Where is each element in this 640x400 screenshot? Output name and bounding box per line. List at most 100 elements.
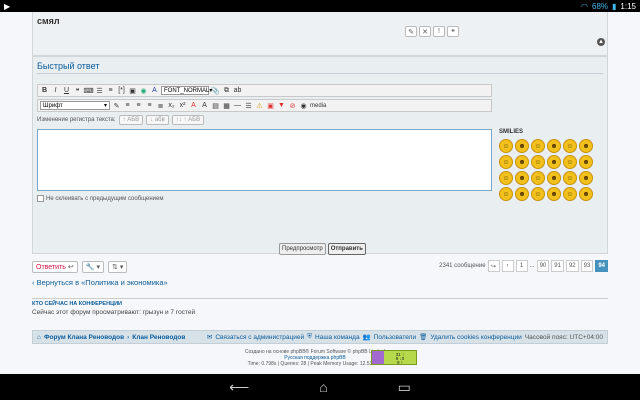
smiley-icon[interactable]: ☻	[579, 171, 593, 185]
counter-line3: 9 ↑	[396, 360, 403, 365]
sort-button[interactable]: ⇅ ▾	[108, 261, 128, 273]
smiley-icon[interactable]: ☺	[499, 139, 513, 153]
smiley-icon[interactable]: ☺	[531, 155, 545, 169]
strike-icon[interactable]: ab	[233, 86, 242, 95]
table-icon[interactable]: ▦	[222, 101, 231, 110]
list-item-icon[interactable]: [*]	[117, 86, 126, 95]
attachment-icon[interactable]: 📎	[211, 86, 220, 95]
font-color-icon[interactable]: A	[150, 86, 159, 95]
toggle-case-button[interactable]: ↑↓ ↑ АБВ	[171, 115, 205, 125]
stop-icon[interactable]: ⊘	[288, 101, 297, 110]
superscript-icon[interactable]: x²	[178, 101, 187, 110]
subscript-icon[interactable]: x₂	[167, 101, 176, 110]
report-icon[interactable]: !	[433, 26, 445, 37]
lower-case-button[interactable]: ↓ абв	[146, 115, 169, 125]
page-link[interactable]: 90	[536, 260, 550, 272]
preview-button[interactable]: Предпросмотр	[279, 243, 326, 255]
media-label[interactable]: media	[310, 103, 326, 109]
list-icon[interactable]: ☰	[95, 86, 104, 95]
underline-icon[interactable]: U	[62, 86, 71, 95]
justify-icon[interactable]: ≣	[156, 101, 165, 110]
contact-link[interactable]: Связаться с администрацией	[215, 334, 304, 341]
mail-icon: ✉	[206, 334, 213, 341]
smiley-icon[interactable]: ☻	[579, 187, 593, 201]
align-right-icon[interactable]: ≡	[145, 101, 154, 110]
back-nav-icon[interactable]: ⟵	[229, 379, 249, 396]
jump-to-page-icon[interactable]: ↪	[487, 260, 500, 272]
message-textarea[interactable]	[37, 129, 492, 191]
upper-case-button[interactable]: ↑ АБВ	[118, 115, 144, 125]
smiley-icon[interactable]: ☻	[547, 139, 561, 153]
prev-page-icon[interactable]: ‹	[501, 260, 514, 272]
smiley-icon[interactable]: ☻	[515, 139, 529, 153]
who-online-text: Сейчас этот форум просматривают: грызун …	[32, 309, 196, 316]
italic-icon[interactable]: I	[51, 86, 60, 95]
forum-page: смял ✎ ✕ ! ❝ ▲ Быстрый ответ B I U ❝ ⌨ ☰…	[0, 12, 640, 374]
smiley-icon[interactable]: ☻	[547, 187, 561, 201]
team-link[interactable]: Наша команда	[315, 334, 360, 341]
smiley-icon[interactable]: ☻	[547, 155, 561, 169]
who-online-heading[interactable]: КТО СЕЙЧАС НА КОНФЕРЕНЦИИ	[32, 301, 608, 307]
warning-icon[interactable]: ⚠	[255, 101, 264, 110]
smiley-icon[interactable]: ☻	[579, 155, 593, 169]
delete-cookies-link[interactable]: Удалить cookies конференции	[430, 334, 521, 341]
tools-button[interactable]: 🔧 ▾	[81, 261, 105, 273]
smiley-icon[interactable]: ☻	[515, 187, 529, 201]
smiley-icon[interactable]: ☻	[579, 139, 593, 153]
youtube-icon[interactable]: ▼	[277, 101, 286, 110]
no-merge-checkbox-row[interactable]: Не склеивать с предыдущим сообщением	[37, 195, 163, 202]
ordered-list-icon[interactable]: ≡	[106, 86, 115, 95]
font-select[interactable]: Шрифт ▾	[40, 101, 110, 110]
smiley-icon[interactable]: ☺	[563, 139, 577, 153]
page-link[interactable]: 1	[515, 260, 528, 272]
gradient-icon[interactable]: ▤	[211, 101, 220, 110]
quote-tool-icon[interactable]: ❝	[73, 86, 82, 95]
bold-icon[interactable]: B	[40, 86, 49, 95]
reply-button[interactable]: Ответить ↩	[32, 261, 78, 273]
smiley-icon[interactable]: ☺	[499, 187, 513, 201]
link-icon[interactable]: ◉	[139, 86, 148, 95]
align-center-icon[interactable]: ≡	[134, 101, 143, 110]
users-icon: 👥	[362, 334, 371, 341]
submit-button[interactable]: Отправить	[327, 243, 366, 255]
page-link[interactable]: 93	[580, 260, 594, 272]
users-link[interactable]: Пользователи	[374, 334, 416, 341]
smiley-icon[interactable]: ☺	[531, 139, 545, 153]
visitor-counter[interactable]: 31 ↑ 9 ↓0 9 ↑	[371, 350, 417, 365]
smiley-icon[interactable]: ☺	[563, 171, 577, 185]
smiley-icon[interactable]: ☻	[515, 171, 529, 185]
current-page: 94	[595, 260, 608, 272]
shadow-icon[interactable]: A	[200, 101, 209, 110]
smiley-icon[interactable]: ☺	[563, 187, 577, 201]
hide-icon[interactable]: ▣	[266, 101, 275, 110]
code-icon[interactable]: ⌨	[83, 86, 93, 95]
crumb-clan[interactable]: Клан Реноводов	[132, 334, 185, 341]
smiley-icon[interactable]: ☻	[515, 155, 529, 169]
home-nav-icon[interactable]: ⌂	[319, 379, 327, 395]
edit-icon[interactable]: ✎	[405, 26, 417, 37]
delete-icon[interactable]: ✕	[419, 26, 431, 37]
crumb-forum[interactable]: Форум Клана Реноводов	[44, 334, 124, 341]
back-to-top-icon[interactable]: ▲	[597, 38, 605, 46]
font-size-select[interactable]: FONT_NORMAL ▾	[161, 86, 212, 95]
copy-icon[interactable]: ⧉	[222, 86, 231, 95]
no-merge-checkbox[interactable]	[37, 195, 44, 202]
hr-icon[interactable]: —	[233, 101, 242, 110]
quote-icon[interactable]: ❝	[447, 26, 459, 37]
smiley-icon[interactable]: ☺	[563, 155, 577, 169]
spoiler-icon[interactable]: ☰	[244, 101, 253, 110]
page-link[interactable]: 92	[565, 260, 579, 272]
smiley-icon[interactable]: ☺	[531, 187, 545, 201]
play-circle-icon[interactable]: ◉	[299, 101, 308, 110]
smiley-icon[interactable]: ☺	[499, 171, 513, 185]
align-left-icon[interactable]: ≡	[123, 101, 132, 110]
image-icon[interactable]: ▣	[128, 86, 137, 95]
smiley-icon[interactable]: ☻	[547, 171, 561, 185]
smiley-icon[interactable]: ☺	[499, 155, 513, 169]
recent-apps-icon[interactable]: ▭	[398, 379, 411, 396]
page-link[interactable]: 91	[551, 260, 564, 272]
glow-icon[interactable]: A	[189, 101, 198, 110]
highlight-icon[interactable]: ✎	[112, 101, 121, 110]
smiley-icon[interactable]: ☺	[531, 171, 545, 185]
back-to-forum-link[interactable]: ‹ Вернуться в «Политика и экономика»	[32, 278, 168, 287]
